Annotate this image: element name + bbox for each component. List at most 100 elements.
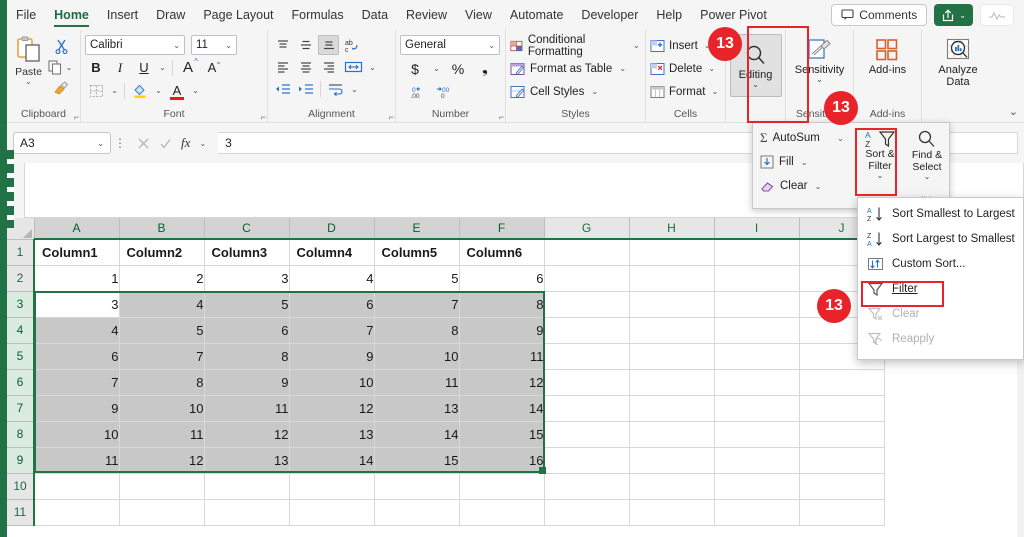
bold-button[interactable]: B	[85, 57, 107, 78]
copy-button[interactable]: ⌄	[46, 58, 76, 76]
paste-chevron-down-icon[interactable]: ⌄	[25, 78, 32, 85]
cell-h2[interactable]	[629, 265, 714, 291]
cell-h7[interactable]	[629, 395, 714, 421]
cell-g3[interactable]	[544, 291, 629, 317]
cell-c4[interactable]: 6	[204, 317, 289, 343]
cell-a4[interactable]: 4	[34, 317, 119, 343]
column-header-d[interactable]: D	[289, 218, 374, 239]
tab-page-layout[interactable]: Page Layout	[194, 0, 282, 30]
clear-chevron-down-icon[interactable]: ⌄	[812, 182, 823, 191]
column-header-b[interactable]: B	[119, 218, 204, 239]
align-bottom-button[interactable]	[318, 35, 339, 55]
cell-d4[interactable]: 7	[289, 317, 374, 343]
name-box[interactable]: A3 ⌄	[13, 132, 111, 154]
align-left-button[interactable]	[272, 57, 293, 77]
find-and-select-chevron-down-icon[interactable]: ⌄	[924, 173, 931, 180]
cell-g9[interactable]	[544, 447, 629, 473]
column-header-e[interactable]: E	[374, 218, 459, 239]
cell-b11[interactable]	[119, 499, 204, 525]
row-header-10[interactable]: 10	[7, 473, 34, 499]
cell-b9[interactable]: 12	[119, 447, 204, 473]
increase-indent-button[interactable]	[295, 79, 316, 99]
sensitivity-chevron-down-icon[interactable]: ⌄	[816, 76, 823, 84]
cell-c6[interactable]: 9	[204, 369, 289, 395]
tab-insert[interactable]: Insert	[98, 0, 147, 30]
close-icon[interactable]	[137, 137, 150, 150]
row-header-8[interactable]: 8	[7, 421, 34, 447]
increase-decimal-button[interactable]: 0 .00	[406, 82, 427, 102]
alignment-dialog-launcher[interactable]: ⌐	[389, 112, 394, 122]
check-icon[interactable]	[159, 137, 172, 150]
autosum-button[interactable]: Σ AutoSum ⌄	[757, 126, 849, 150]
font-name-combobox[interactable]: Calibri ⌄	[85, 35, 185, 55]
cell-d5[interactable]: 9	[289, 343, 374, 369]
tab-file[interactable]: File	[7, 0, 45, 30]
cell-a8[interactable]: 10	[34, 421, 119, 447]
align-center-button[interactable]	[295, 57, 316, 77]
cell-g2[interactable]	[544, 265, 629, 291]
cell-i7[interactable]	[714, 395, 799, 421]
cell-d7[interactable]: 12	[289, 395, 374, 421]
row-header-2[interactable]: 2	[7, 265, 34, 291]
cell-g11[interactable]	[544, 499, 629, 525]
cell-i2[interactable]	[714, 265, 799, 291]
cell-i3[interactable]	[714, 291, 799, 317]
align-top-button[interactable]	[272, 35, 293, 55]
align-right-button[interactable]	[318, 57, 339, 77]
cell-d11[interactable]	[289, 499, 374, 525]
diagnostics-button[interactable]	[980, 4, 1014, 26]
tab-power-pivot[interactable]: Power Pivot	[691, 0, 776, 30]
row-header-4[interactable]: 4	[7, 317, 34, 343]
cell-j10[interactable]	[799, 473, 884, 499]
cell-a2[interactable]: 1	[34, 265, 119, 291]
copy-chevron-down-icon[interactable]: ⌄	[64, 63, 75, 72]
cell-e8[interactable]: 14	[374, 421, 459, 447]
align-middle-button[interactable]	[295, 35, 316, 55]
cell-d3[interactable]: 6	[289, 291, 374, 317]
cell-i1[interactable]	[714, 239, 799, 265]
cell-e4[interactable]: 8	[374, 317, 459, 343]
clipboard-dialog-launcher[interactable]: ⌐	[74, 112, 79, 122]
borders-button[interactable]	[85, 80, 107, 101]
cell-i11[interactable]	[714, 499, 799, 525]
cell-c1[interactable]: Column3	[204, 239, 289, 265]
sort-and-filter-chevron-down-icon[interactable]: ⌄	[877, 172, 884, 179]
tab-draw[interactable]: Draw	[147, 0, 194, 30]
font-dialog-launcher[interactable]: ⌐	[261, 112, 266, 122]
cell-e9[interactable]: 15	[374, 447, 459, 473]
cell-f4[interactable]: 9	[459, 317, 544, 343]
cell-a7[interactable]: 9	[34, 395, 119, 421]
cell-g10[interactable]	[544, 473, 629, 499]
cell-e1[interactable]: Column5	[374, 239, 459, 265]
name-box-chevron-down-icon[interactable]: ⌄	[97, 139, 104, 148]
clear-button[interactable]: Clear ⌄	[757, 174, 849, 198]
cell-h8[interactable]	[629, 421, 714, 447]
cell-f1[interactable]: Column6	[459, 239, 544, 265]
column-header-a[interactable]: A	[34, 218, 119, 239]
delete-chevron-down-icon[interactable]: ⌄	[706, 64, 717, 73]
cell-d6[interactable]: 10	[289, 369, 374, 395]
row-header-7[interactable]: 7	[7, 395, 34, 421]
menu-item-custom-sort[interactable]: Custom Sort...	[858, 251, 1023, 276]
cell-b4[interactable]: 5	[119, 317, 204, 343]
tab-formulas[interactable]: Formulas	[283, 0, 353, 30]
wrap-text-button[interactable]	[325, 79, 347, 99]
cell-b5[interactable]: 7	[119, 343, 204, 369]
merge-chevron-down-icon[interactable]: ⌄	[367, 63, 378, 72]
cell-d1[interactable]: Column4	[289, 239, 374, 265]
find-and-select-button[interactable]: Find & Select ⌄	[905, 126, 949, 188]
column-header-i[interactable]: I	[714, 218, 799, 239]
cell-j11[interactable]	[799, 499, 884, 525]
formula-bar-more-icon[interactable]: ⋮	[111, 136, 129, 150]
font-name-chevron-down-icon[interactable]: ⌄	[173, 41, 180, 50]
cell-a6[interactable]: 7	[34, 369, 119, 395]
column-header-f[interactable]: F	[459, 218, 544, 239]
tab-view[interactable]: View	[456, 0, 501, 30]
cell-b7[interactable]: 10	[119, 395, 204, 421]
tab-review[interactable]: Review	[397, 0, 456, 30]
tab-home[interactable]: Home	[45, 0, 98, 30]
merge-and-center-button[interactable]	[341, 57, 365, 77]
number-format-chevron-down-icon[interactable]: ⌄	[488, 41, 495, 50]
cell-f11[interactable]	[459, 499, 544, 525]
font-color-button[interactable]: A	[166, 80, 188, 101]
